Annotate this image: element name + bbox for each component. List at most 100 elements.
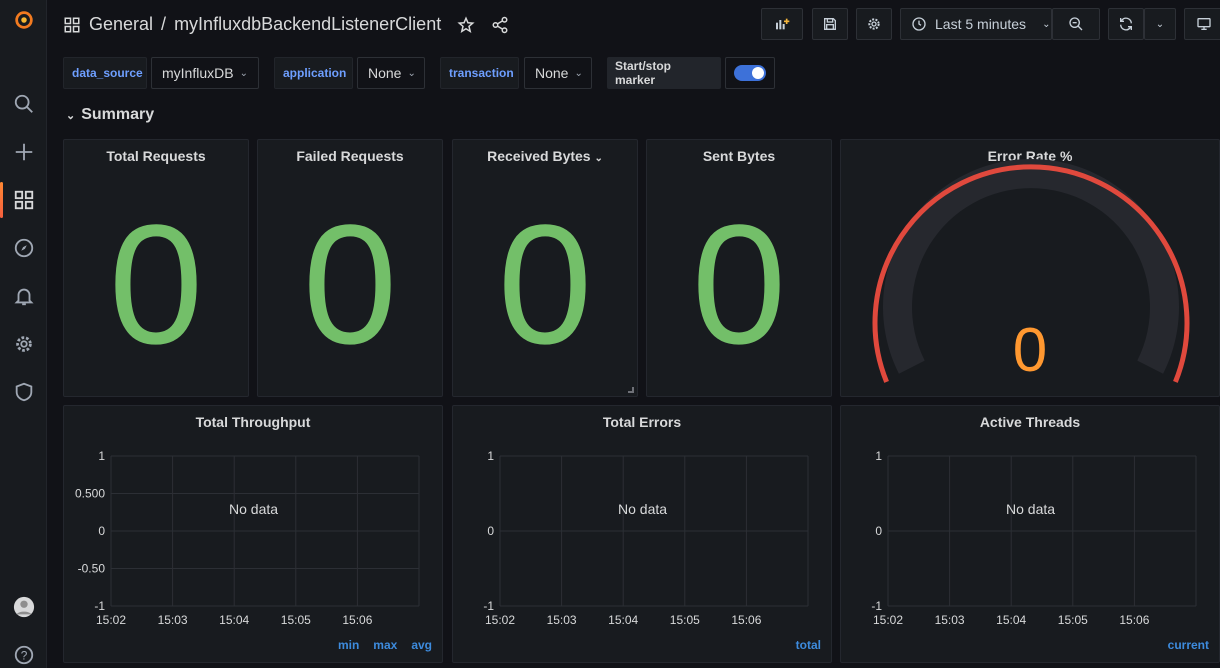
refresh-button[interactable]	[1108, 8, 1144, 40]
graph-legend: total	[796, 638, 821, 652]
graph-panel-total-errors[interactable]: Total Errors 1 0 -1 15:02 15:03 15:04 15:05 15:…	[452, 405, 832, 663]
time-range-picker[interactable]: Last 5 minutes ⌄	[900, 8, 1052, 40]
panel-title[interactable]: Total Requests	[64, 148, 248, 164]
graph-panel-total-throughput[interactable]: Total Throughput 1 0.500 0 -0.50 -1 15:02 15:0…	[63, 405, 443, 663]
tv-mode-button[interactable]	[1184, 8, 1220, 40]
x-tick-label: 15:03	[935, 613, 965, 627]
x-tick-label: 15:03	[547, 613, 577, 627]
y-tick-label: 1	[875, 449, 882, 463]
add-panel-button[interactable]	[761, 8, 803, 40]
y-tick-label: -1	[94, 599, 105, 613]
no-data-label: No data	[229, 501, 279, 517]
start-stop-marker-toggle[interactable]	[725, 57, 775, 89]
explore-icon[interactable]	[0, 228, 47, 268]
add-panel-icon	[776, 18, 790, 30]
y-tick-label: 0	[98, 524, 105, 538]
y-tick-label: -1	[483, 599, 494, 613]
stat-value: 0	[108, 190, 204, 380]
x-tick-label: 15:06	[731, 613, 761, 627]
variable-label-application: application	[274, 57, 353, 89]
variable-select-transaction[interactable]: None ⌄	[524, 57, 592, 89]
chevron-down-icon: ⌄	[239, 67, 248, 79]
shield-icon[interactable]	[0, 372, 47, 412]
x-tick-label: 15:02	[485, 613, 515, 627]
panel-title[interactable]: Failed Requests	[258, 148, 442, 164]
y-tick-label: 1	[487, 449, 494, 463]
graph-legend: min max avg	[338, 638, 432, 652]
search-icon[interactable]	[0, 84, 47, 124]
stat-panel-failed-requests[interactable]: Failed Requests 0	[257, 139, 443, 397]
panel-title[interactable]: Received Bytes ⌄	[453, 148, 637, 164]
save-icon	[824, 18, 836, 30]
avatar[interactable]	[0, 587, 47, 627]
legend-current[interactable]: current	[1168, 638, 1209, 652]
chevron-down-icon: ⌄	[594, 153, 603, 164]
legend-avg[interactable]: avg	[411, 638, 432, 652]
toggle-switch[interactable]	[734, 65, 766, 81]
breadcrumb-folder[interactable]: General	[89, 14, 153, 35]
stat-value: 0	[302, 190, 398, 380]
variable-value: None	[368, 65, 402, 81]
stat-value: 0	[691, 190, 787, 380]
top-bar: General / myInfluxdbBackendListenerClien…	[47, 0, 1220, 50]
panel-title-text: Received Bytes	[487, 148, 591, 164]
graph-plot-area[interactable]: 1 0.500 0 -0.50 -115:02 15:03 15:04 15:05 15:06	[64, 406, 444, 664]
tv-mode-icon	[1197, 18, 1211, 30]
save-button[interactable]	[812, 8, 848, 40]
row-summary-header[interactable]: ⌄ Summary	[66, 106, 154, 124]
graph-legend: current	[1168, 638, 1209, 652]
x-tick-label: 15:06	[342, 613, 372, 627]
legend-total[interactable]: total	[796, 638, 821, 652]
stat-panel-received-bytes[interactable]: Received Bytes ⌄ 0	[452, 139, 638, 397]
sidebar: ?	[0, 0, 47, 668]
x-tick-label: 15:02	[96, 613, 126, 627]
variable-select-application[interactable]: None ⌄	[357, 57, 425, 89]
help-icon[interactable]: ?	[0, 635, 47, 668]
legend-min[interactable]: min	[338, 638, 359, 652]
y-tick-label: -0.50	[78, 562, 106, 576]
chevron-down-icon: ⌄	[407, 67, 416, 79]
zoom-out-icon	[1069, 17, 1083, 31]
panel-title[interactable]: Sent Bytes	[647, 148, 831, 164]
settings-icon[interactable]	[0, 324, 47, 364]
stat-panel-sent-bytes[interactable]: Sent Bytes 0	[646, 139, 832, 397]
x-tick-label: 15:05	[670, 613, 700, 627]
refresh-interval-dropdown[interactable]: ⌄	[1144, 8, 1176, 40]
gauge-value: 0	[1012, 316, 1048, 385]
start-stop-marker-label: Start/stop marker	[607, 57, 721, 89]
stat-panel-total-requests[interactable]: Total Requests 0	[63, 139, 249, 397]
chevron-down-icon: ⌄	[1155, 18, 1165, 30]
variable-label-transaction: transaction	[440, 57, 519, 89]
svg-text:?: ?	[20, 649, 27, 663]
no-data-label: No data	[618, 501, 668, 517]
legend-max[interactable]: max	[373, 638, 397, 652]
dashboards-icon[interactable]	[0, 180, 47, 220]
chevron-down-icon: ⌄	[574, 67, 583, 79]
grafana-logo-icon[interactable]	[0, 0, 47, 40]
x-tick-label: 15:02	[873, 613, 903, 627]
time-range-label: Last 5 minutes	[935, 16, 1027, 32]
variable-label-data-source: data_source	[63, 57, 147, 89]
star-icon[interactable]	[457, 15, 475, 34]
dashboard-settings-button[interactable]	[856, 8, 892, 40]
share-icon[interactable]	[491, 16, 509, 34]
dashboard-title[interactable]: myInfluxdbBackendListenerClient	[174, 14, 441, 35]
gauge-panel-error-rate[interactable]: Error Rate % 0	[840, 139, 1220, 397]
plus-icon[interactable]	[0, 132, 47, 172]
y-tick-label: 0	[875, 524, 882, 538]
graph-plot-area[interactable]: 1 0 -115:02 15:03 15:04 15:05 15:06	[453, 406, 833, 664]
graph-plot-area[interactable]: 1 0 -115:02 15:03 15:04 15:05 15:06	[841, 406, 1220, 664]
zoom-out-button[interactable]	[1052, 8, 1100, 40]
chevron-down-icon: ⌄	[1042, 18, 1051, 30]
variable-select-data-source[interactable]: myInfluxDB ⌄	[151, 57, 259, 89]
dashboard-grid-icon	[64, 17, 80, 32]
clock-icon	[912, 17, 926, 31]
graph-panel-active-threads[interactable]: Active Threads 1 0 -1 15:02 15:03 15:04 15:05 1…	[840, 405, 1220, 663]
x-tick-label: 15:04	[219, 613, 249, 627]
x-tick-label: 15:04	[608, 613, 638, 627]
breadcrumb: General / myInfluxdbBackendListenerClien…	[63, 14, 509, 35]
alerting-icon[interactable]	[0, 276, 47, 316]
panel-resize-handle[interactable]	[628, 387, 634, 393]
row-title: Summary	[81, 106, 155, 123]
x-tick-label: 15:03	[158, 613, 188, 627]
